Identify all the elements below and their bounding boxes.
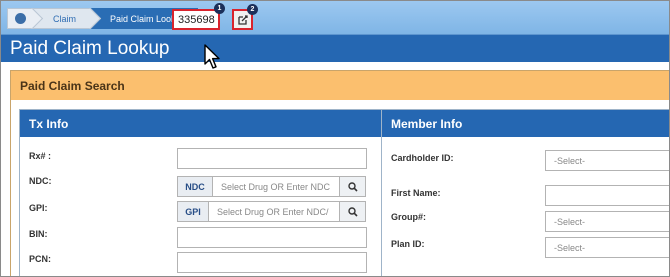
bin-label: BIN:	[29, 229, 48, 239]
app-window: Claim Paid Claim Lookup 335698 1 2 Paid …	[0, 0, 670, 277]
search-icon	[347, 181, 358, 192]
ndc-search-button[interactable]	[340, 176, 366, 197]
gpi-addon: GPI	[177, 201, 209, 222]
member-info-title: Member Info	[382, 110, 669, 137]
paid-claim-search-panel: Paid Claim Search Tx Info Rx# : NDC: NDC…	[10, 70, 669, 276]
search-panel-title: Paid Claim Search	[11, 71, 669, 100]
main-content: Paid Claim Search Tx Info Rx# : NDC: NDC…	[1, 62, 669, 276]
cardholder-id-label: Cardholder ID:	[391, 153, 454, 163]
member-info-card: Member Info Cardholder ID: -Select- Firs…	[381, 109, 669, 276]
tx-info-card: Tx Info Rx# : NDC: NDC Select Drug OR En…	[19, 109, 384, 276]
search-icon	[347, 206, 358, 217]
bin-input[interactable]	[177, 227, 367, 248]
breadcrumb: Claim Paid Claim Lookup	[7, 8, 198, 29]
plan-id-label: Plan ID:	[391, 239, 425, 249]
claim-number-value: 335698	[178, 13, 215, 26]
ndc-label: NDC:	[29, 176, 52, 186]
gpi-label: GPI:	[29, 203, 48, 213]
gpi-search-button[interactable]	[340, 201, 366, 222]
group-label: Group#:	[391, 212, 426, 222]
pcn-input[interactable]	[177, 252, 367, 273]
callout-badge-1: 1	[214, 3, 225, 14]
ndc-input[interactable]: Select Drug OR Enter NDC	[213, 176, 340, 197]
rx-label: Rx# :	[29, 151, 52, 161]
cardholder-id-select[interactable]: -Select-	[545, 150, 669, 171]
page-title: Paid Claim Lookup	[10, 38, 170, 59]
claim-number-input[interactable]: 335698	[172, 9, 220, 30]
page-header: Paid Claim Lookup	[1, 35, 669, 62]
home-icon	[14, 13, 26, 24]
gpi-input[interactable]: Select Drug OR Enter NDC/	[209, 201, 340, 222]
first-name-label: First Name:	[391, 188, 441, 198]
edit-external-icon	[237, 14, 248, 25]
breadcrumb-home[interactable]	[7, 8, 33, 29]
breadcrumb-bar: Claim Paid Claim Lookup 335698 1 2	[1, 1, 669, 35]
mouse-cursor-icon	[204, 44, 220, 69]
ndc-addon: NDC	[177, 176, 213, 197]
callout-badge-2: 2	[247, 4, 258, 15]
plan-id-select[interactable]: -Select-	[545, 237, 669, 258]
group-select[interactable]: -Select-	[545, 211, 669, 232]
pcn-label: PCN:	[29, 254, 51, 264]
tx-info-title: Tx Info	[20, 110, 383, 137]
rx-number-input[interactable]	[177, 148, 367, 169]
first-name-input[interactable]	[545, 185, 669, 206]
